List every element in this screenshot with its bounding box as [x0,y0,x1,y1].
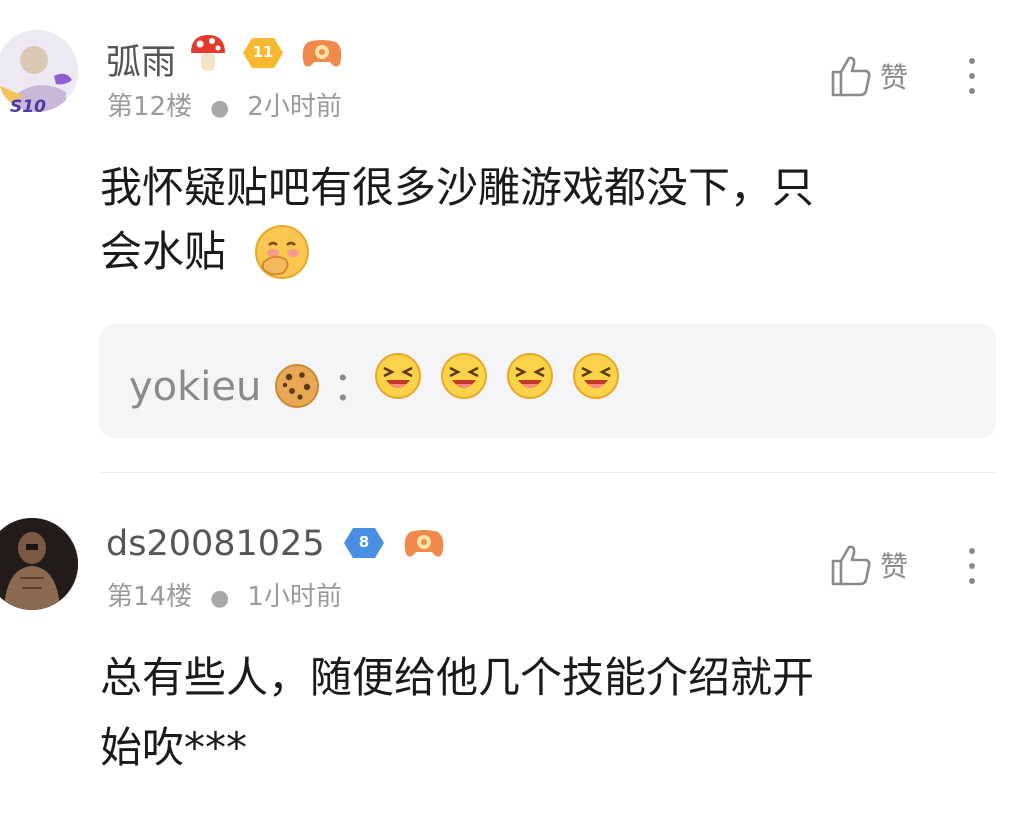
username[interactable]: ds20081025 [106,524,325,564]
reply-preview[interactable]: yokieu ： [99,324,996,438]
level-number: 8 [358,533,370,551]
level-number: 11 [252,43,274,61]
thumbs-up-icon [831,545,871,586]
username[interactable]: 弧雨 [106,34,176,85]
cover-mouth-emoji-icon [255,224,310,279]
post-time: 2小时前 [247,92,342,122]
laughing-emoji-icon [507,353,553,399]
meta-dot: ● [210,96,230,121]
more-options-icon[interactable] [966,58,978,103]
reply-emoji-row [374,352,620,400]
avatar[interactable] [0,518,78,610]
cookie-icon [275,364,320,408]
floor-number: 第14楼 [107,582,193,612]
post-meta: 第14楼 ● 1小时前 [107,576,342,613]
like-button[interactable]: 赞 [830,54,908,98]
comment-line: 会水贴 [100,220,980,284]
like-button[interactable]: 赞 [830,543,908,587]
comment-text: 总有些人，随便给他几个技能介绍就开 始吹*** [100,646,980,780]
reply-author[interactable]: yokieu ： [129,354,373,412]
comment-line: 总有些人，随便给他几个技能介绍就开 [100,653,815,702]
post-time: 1小时前 [247,582,342,612]
meta-dot: ● [210,586,230,611]
gamepad-icon [402,528,446,564]
laughing-emoji-icon [573,353,619,399]
mushroom-icon [188,33,228,79]
like-label: 赞 [880,61,909,94]
post-meta: 第12楼 ● 2小时前 [107,86,342,123]
like-label: 赞 [880,550,909,583]
reply-separator: ： [332,364,373,410]
reply-author-name: yokieu [129,364,262,410]
floor-number: 第12楼 [107,92,193,122]
laughing-emoji-icon [375,353,421,399]
avatar-tag: S10 [10,97,46,117]
laughing-emoji-icon [441,353,487,399]
comment-divider [99,472,996,473]
gamepad-icon [300,38,344,74]
thumbs-up-icon [831,56,871,97]
comment-text: 我怀疑贴吧有很多沙雕游戏都没下，只 会水贴 [100,156,980,284]
comment-line: 我怀疑贴吧有很多沙雕游戏都没下，只 [100,163,815,212]
comment-line: 始吹*** [100,723,248,772]
level-badge: 8 [343,526,385,560]
more-options-icon[interactable] [966,548,978,593]
comment-line-text: 会水贴 [100,227,227,276]
level-badge: 11 [242,36,284,70]
